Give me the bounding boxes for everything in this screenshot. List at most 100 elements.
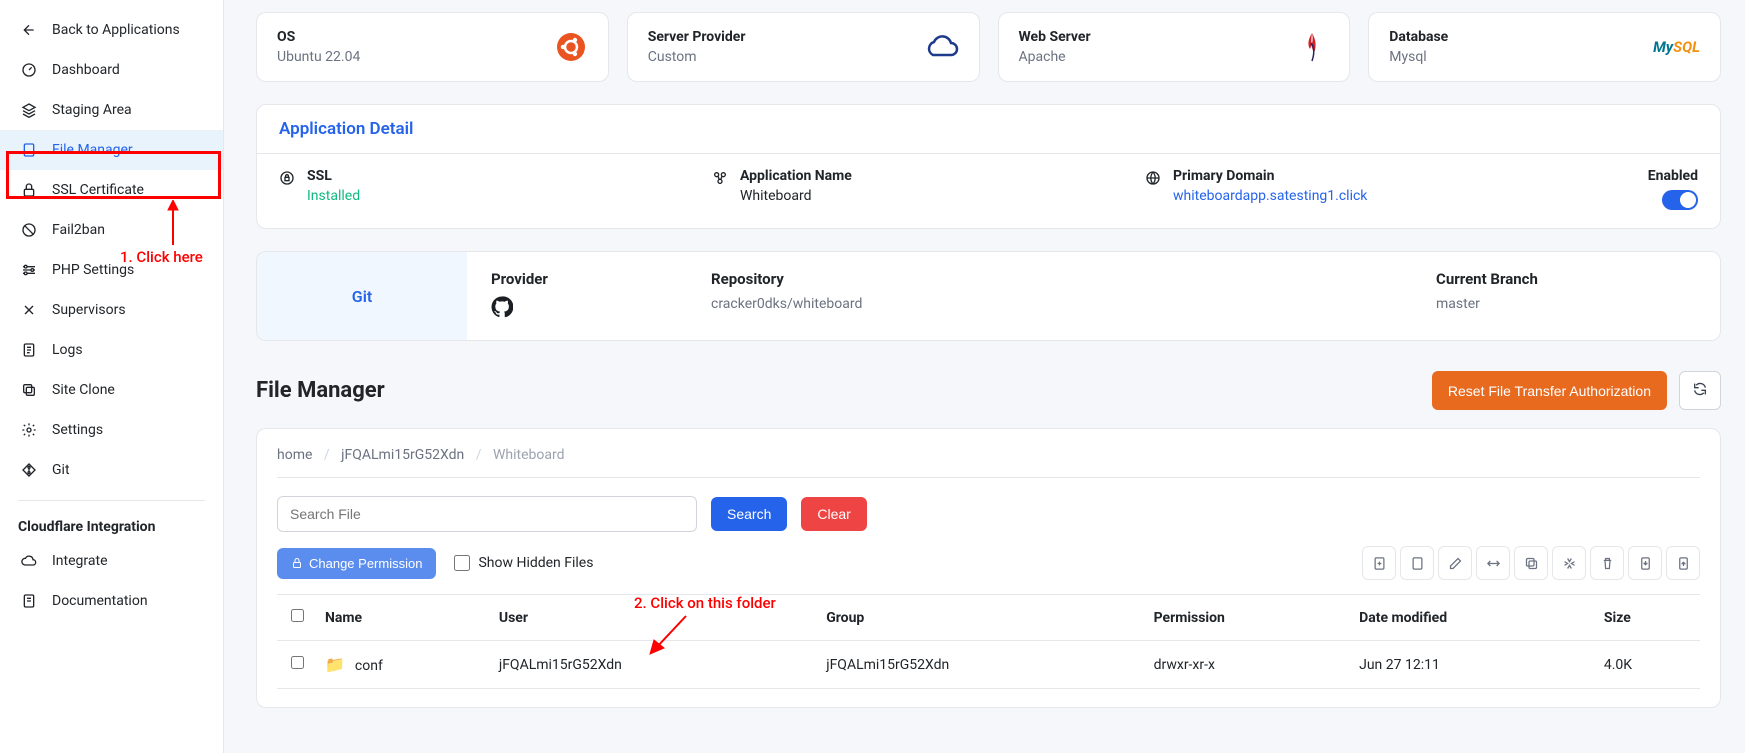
- nav-dashboard[interactable]: Dashboard: [0, 50, 223, 90]
- row-perm: drwxr-xr-x: [1146, 641, 1352, 689]
- nav-staging[interactable]: Staging Area: [0, 90, 223, 130]
- nav-label: Git: [52, 462, 70, 478]
- copy-button[interactable]: [1514, 546, 1548, 580]
- os-card-value: Ubuntu 22.04: [277, 49, 360, 65]
- reset-transfer-button[interactable]: Reset File Transfer Authorization: [1432, 371, 1667, 410]
- edit-button[interactable]: [1438, 546, 1472, 580]
- th-date: Date modified: [1351, 595, 1596, 641]
- row-name: conf: [355, 658, 383, 674]
- th-perm: Permission: [1146, 595, 1352, 641]
- refresh-icon: [1692, 381, 1708, 397]
- toolbar-icons: [1362, 546, 1700, 580]
- row-checkbox[interactable]: [291, 656, 304, 669]
- app-detail-heading: Application Detail: [257, 105, 1720, 153]
- upload-button[interactable]: [1666, 546, 1700, 580]
- nav-logs[interactable]: Logs: [0, 330, 223, 370]
- table-row[interactable]: 📁conf jFQALmi15rG52Xdn jFQALmi15rG52Xdn …: [277, 641, 1700, 689]
- gear-icon: [20, 421, 38, 439]
- domain-label: Primary Domain: [1173, 168, 1367, 184]
- git-branch-label: Current Branch: [1436, 270, 1696, 288]
- row-size: 4.0K: [1596, 641, 1700, 689]
- appname-label: Application Name: [740, 168, 852, 184]
- git-tab[interactable]: Git: [257, 252, 467, 340]
- nav-label: SSL Certificate: [52, 182, 144, 198]
- nav-file-manager[interactable]: File Manager: [0, 130, 223, 170]
- row-user: jFQALmi15rG52Xdn: [491, 641, 818, 689]
- copy-icon: [20, 381, 38, 399]
- git-repo-value: cracker0dks/whiteboard: [711, 296, 1436, 312]
- provider-card: Server Provider Custom: [627, 12, 980, 82]
- gauge-icon: [20, 61, 38, 79]
- nav-back[interactable]: Back to Applications: [0, 10, 223, 50]
- compress-button[interactable]: [1552, 546, 1586, 580]
- os-card-title: OS: [277, 29, 360, 45]
- sliders-icon: [20, 261, 38, 279]
- nav-label: Fail2ban: [52, 222, 105, 238]
- app-icon: [712, 170, 730, 188]
- nav-php[interactable]: PHP Settings: [0, 250, 223, 290]
- breadcrumb-user[interactable]: jFQALmi15rG52Xdn: [341, 447, 464, 463]
- nav-git[interactable]: Git: [0, 450, 223, 490]
- fm-header: File Manager Reset File Transfer Authori…: [256, 371, 1721, 410]
- lock-icon: [20, 181, 38, 199]
- show-hidden-wrapper[interactable]: Show Hidden Files: [454, 555, 593, 571]
- change-permission-button[interactable]: Change Permission: [277, 548, 436, 579]
- globe-icon: [1145, 170, 1163, 188]
- domain-value[interactable]: whiteboardapp.satesting1.click: [1173, 188, 1367, 204]
- th-name: Name: [317, 595, 491, 641]
- nav-ssl[interactable]: SSL Certificate: [0, 170, 223, 210]
- document-icon: [20, 341, 38, 359]
- nav-settings[interactable]: Settings: [0, 410, 223, 450]
- git-branch-value: master: [1436, 296, 1696, 312]
- ubuntu-icon: [554, 30, 588, 64]
- th-group: Group: [818, 595, 1145, 641]
- move-button[interactable]: [1476, 546, 1510, 580]
- delete-button[interactable]: [1590, 546, 1624, 580]
- th-user: User: [491, 595, 818, 641]
- ssl-value: Installed: [307, 188, 360, 204]
- nav-label: Integrate: [52, 553, 108, 569]
- info-cards-row: OS Ubuntu 22.04 Server Provider Custom W…: [256, 12, 1721, 82]
- cloudflare-heading: Cloudflare Integration: [0, 511, 223, 541]
- tools-icon: [20, 301, 38, 319]
- nav-label: Supervisors: [52, 302, 126, 318]
- database-card-title: Database: [1389, 29, 1448, 45]
- refresh-button[interactable]: [1679, 371, 1721, 410]
- nav-label: PHP Settings: [52, 262, 134, 278]
- provider-card-title: Server Provider: [648, 29, 746, 45]
- sidebar: Back to Applications Dashboard Staging A…: [0, 0, 224, 753]
- search-input[interactable]: [277, 496, 697, 532]
- nav-supervisors[interactable]: Supervisors: [0, 290, 223, 330]
- nav-label: Documentation: [52, 593, 148, 609]
- enabled-toggle[interactable]: [1662, 190, 1698, 210]
- change-permission-label: Change Permission: [309, 556, 422, 571]
- new-file-button[interactable]: [1362, 546, 1396, 580]
- nav-fail2ban[interactable]: Fail2ban: [0, 210, 223, 250]
- git-section: Git Provider Repository cracker0dks/whit…: [256, 251, 1721, 341]
- nav-integrate[interactable]: Integrate: [0, 541, 223, 581]
- nav-label: Dashboard: [52, 62, 120, 78]
- nav-site-clone[interactable]: Site Clone: [0, 370, 223, 410]
- git-icon: [20, 461, 38, 479]
- select-all-checkbox[interactable]: [291, 609, 304, 622]
- lock-small-icon: [291, 557, 303, 569]
- show-hidden-checkbox[interactable]: [454, 555, 470, 571]
- breadcrumb-home[interactable]: home: [277, 447, 312, 463]
- mysql-logo-icon: MySQL: [1653, 30, 1700, 64]
- clear-button[interactable]: Clear: [801, 497, 866, 531]
- row-date: Jun 27 12:11: [1351, 641, 1596, 689]
- new-folder-button[interactable]: [1400, 546, 1434, 580]
- show-hidden-label: Show Hidden Files: [478, 555, 593, 571]
- nav-label: Settings: [52, 422, 103, 438]
- cloud-outline-icon: [925, 30, 959, 64]
- nav-label: File Manager: [52, 142, 133, 158]
- git-repo-label: Repository: [711, 270, 1436, 288]
- th-size: Size: [1596, 595, 1700, 641]
- search-button[interactable]: Search: [711, 497, 787, 531]
- nav-label: Staging Area: [52, 102, 132, 118]
- ssl-lock-icon: [279, 170, 297, 188]
- app-detail-section: Application Detail SSL Installed Applica…: [256, 104, 1721, 229]
- git-provider-label: Provider: [491, 270, 711, 288]
- nav-documentation[interactable]: Documentation: [0, 581, 223, 621]
- download-button[interactable]: [1628, 546, 1662, 580]
